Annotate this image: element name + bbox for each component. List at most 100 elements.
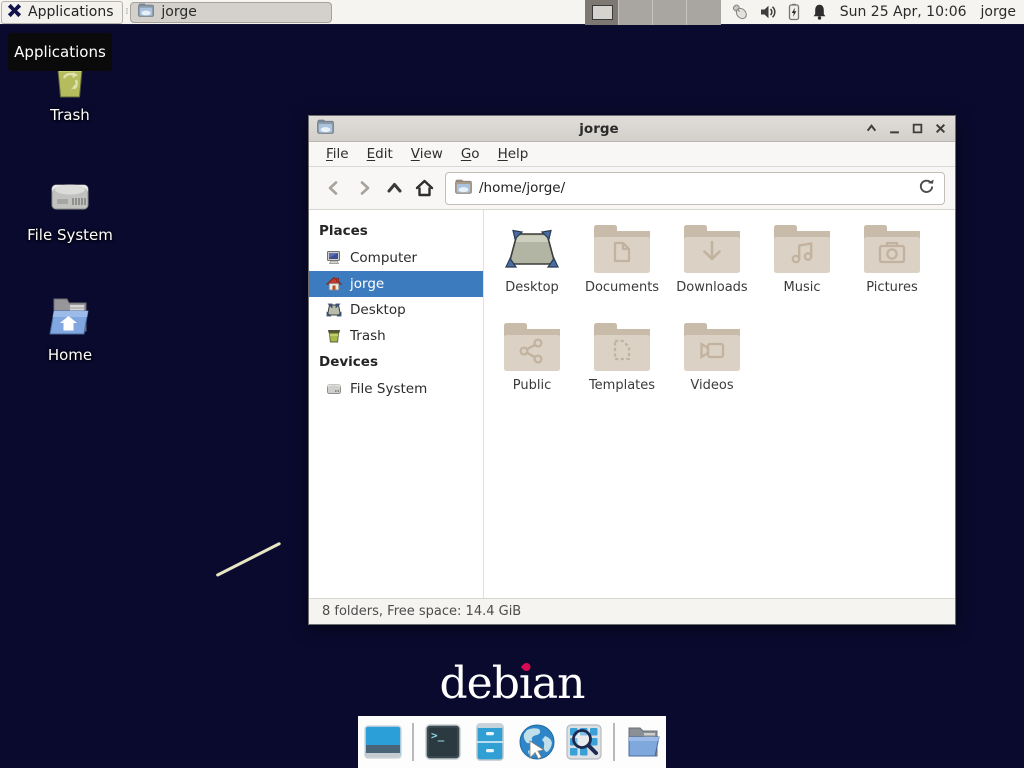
- folder-label: Pictures: [866, 280, 917, 295]
- close-icon[interactable]: [933, 122, 947, 136]
- svg-text:>_: >_: [431, 729, 445, 742]
- sidebar-item-jorge[interactable]: jorge: [309, 271, 483, 297]
- folder-item-videos[interactable]: Videos: [667, 318, 757, 416]
- share-glyph: [504, 323, 560, 371]
- window-title: jorge: [340, 121, 858, 137]
- bell-icon[interactable]: [811, 3, 828, 21]
- folder-label: Public: [513, 378, 551, 393]
- camera-glyph: [864, 225, 920, 273]
- applications-menu-icon: [6, 2, 23, 23]
- titlebar[interactable]: jorge: [309, 116, 955, 142]
- open-folder-icon[interactable]: [624, 721, 664, 763]
- file-manager-window: jorge File Edit View Go Help: [308, 115, 956, 625]
- panel-handle: ⁞: [123, 8, 131, 16]
- desktop-icon-file-system[interactable]: File System: [15, 172, 125, 244]
- back-button[interactable]: [319, 173, 349, 203]
- workspace-cell[interactable]: [687, 0, 721, 25]
- sidebar-item-desktop[interactable]: Desktop: [309, 297, 483, 323]
- battery-icon[interactable]: [786, 3, 802, 21]
- sidebar-item-label: jorge: [350, 276, 384, 292]
- folder-icon: [138, 3, 154, 21]
- video-camera-glyph: [684, 323, 740, 371]
- folder-label: Documents: [585, 280, 659, 295]
- folder-item-documents[interactable]: Documents: [577, 220, 667, 318]
- file-cabinet-icon[interactable]: [470, 721, 510, 763]
- menubar: File Edit View Go Help: [309, 142, 955, 167]
- computer-icon: [326, 250, 342, 266]
- desktop-pad-icon: [504, 225, 560, 273]
- terminal-icon[interactable]: >_: [423, 721, 463, 763]
- menu-help[interactable]: Help: [489, 146, 538, 162]
- panel-username[interactable]: jorge: [981, 4, 1016, 20]
- system-tray: [731, 3, 828, 21]
- path-bar[interactable]: /home/jorge/: [445, 172, 945, 205]
- folder-item-desktop[interactable]: Desktop: [487, 220, 577, 318]
- folder-item-downloads[interactable]: Downloads: [667, 220, 757, 318]
- dock-panel: >_: [358, 716, 666, 768]
- applications-menu-label: Applications: [28, 4, 114, 20]
- applications-tooltip: Applications: [8, 33, 112, 71]
- harddrive-icon: [15, 172, 125, 222]
- folder-label: Templates: [589, 378, 655, 393]
- workspace-switcher: [585, 0, 721, 25]
- trash-icon: [326, 328, 342, 344]
- desktop-icon-label: Trash: [15, 106, 125, 124]
- folder-view[interactable]: Desktop Documents Downloads: [484, 210, 955, 598]
- workspace-cell[interactable]: [653, 0, 687, 25]
- volume-icon[interactable]: [759, 3, 777, 21]
- shade-button[interactable]: [864, 122, 878, 136]
- sidebar-item-label: File System: [350, 381, 427, 397]
- folder-item-music[interactable]: Music: [757, 220, 847, 318]
- home-button[interactable]: [409, 173, 439, 203]
- folder-label: Desktop: [505, 280, 559, 295]
- template-doc-glyph: [594, 323, 650, 371]
- up-button[interactable]: [379, 173, 409, 203]
- taskbar-window-button[interactable]: jorge: [130, 2, 332, 23]
- show-desktop-icon[interactable]: [363, 721, 403, 763]
- panel-clock[interactable]: Sun 25 Apr, 10:06: [840, 4, 967, 20]
- top-panel: Applications ⁞ jorge: [0, 0, 1024, 25]
- applications-menu-button[interactable]: Applications: [1, 1, 123, 24]
- desktop-icon-home[interactable]: Home: [15, 292, 125, 364]
- menu-edit[interactable]: Edit: [358, 146, 402, 162]
- sidebar-item-label: Desktop: [350, 302, 406, 318]
- sidebar-item-file-system[interactable]: File System: [309, 376, 483, 402]
- dock-separator: [613, 723, 615, 761]
- sidebar: Places Computer jorge: [309, 210, 484, 598]
- workspace-cell[interactable]: [585, 0, 619, 25]
- app-finder-icon[interactable]: [564, 721, 604, 763]
- path-input[interactable]: /home/jorge/: [479, 180, 911, 196]
- toolbar: /home/jorge/: [309, 167, 955, 209]
- maximize-button[interactable]: [910, 122, 924, 136]
- folder-item-templates[interactable]: Templates: [577, 318, 667, 416]
- folder-label: Downloads: [676, 280, 747, 295]
- workspace-cell[interactable]: [619, 0, 653, 25]
- sidebar-item-computer[interactable]: Computer: [309, 245, 483, 271]
- path-folder-icon: [455, 179, 472, 198]
- mouse-icon[interactable]: [731, 3, 750, 21]
- sidebar-header-places: Places: [309, 218, 483, 245]
- menu-view[interactable]: View: [402, 146, 452, 162]
- statusbar: 8 folders, Free space: 14.4 GiB: [309, 598, 955, 624]
- window-content: Places Computer jorge: [309, 209, 955, 598]
- home-icon: [326, 276, 342, 292]
- desktop-icon-label: Home: [15, 346, 125, 364]
- sidebar-item-trash[interactable]: Trash: [309, 323, 483, 349]
- menu-go[interactable]: Go: [452, 146, 489, 162]
- minimize-button[interactable]: [887, 122, 901, 136]
- sidebar-header-devices: Devices: [309, 349, 483, 376]
- web-browser-icon[interactable]: [517, 721, 557, 763]
- download-arrow-glyph: [684, 225, 740, 273]
- folder-item-public[interactable]: Public: [487, 318, 577, 416]
- desktop-line-artifact: [216, 542, 282, 577]
- menu-file[interactable]: File: [317, 146, 358, 162]
- reload-icon[interactable]: [918, 178, 935, 199]
- document-glyph: [594, 225, 650, 273]
- music-notes-glyph: [774, 225, 830, 273]
- desktop-icon-label: File System: [15, 226, 125, 244]
- forward-button[interactable]: [349, 173, 379, 203]
- folder-item-pictures[interactable]: Pictures: [847, 220, 937, 318]
- tooltip-text: Applications: [14, 43, 106, 61]
- debian-logo: debian: [439, 658, 584, 709]
- debian-logo-text: debian: [439, 658, 584, 709]
